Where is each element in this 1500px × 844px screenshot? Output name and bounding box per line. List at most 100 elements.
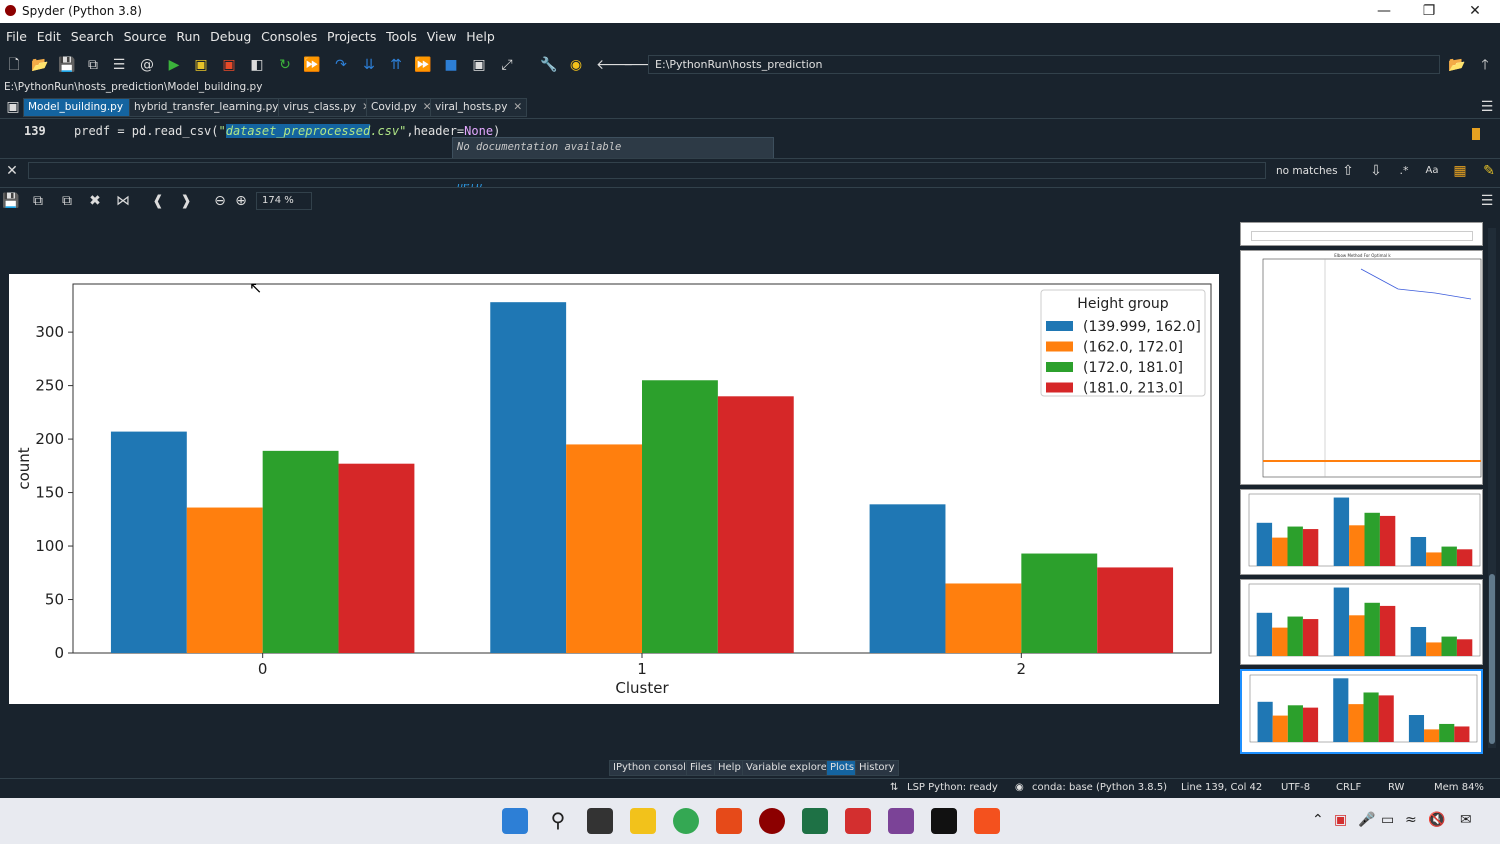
remove-all-plots-icon[interactable]: ⋈ (114, 192, 132, 210)
plot-canvas[interactable]: 0 50 100 150 200 250 300 0 1 2 Cluster count Height … (9, 274, 1219, 704)
debug-step-into-icon[interactable]: ⇊ (360, 56, 378, 74)
debug-stop-icon[interactable]: ■ (442, 56, 460, 74)
close-icon[interactable]: ✕ (1452, 2, 1498, 22)
rerun-icon[interactable]: ↻ (276, 56, 294, 74)
show-hidden-icons-icon[interactable]: ⌃ (1312, 812, 1324, 828)
save-all-icon[interactable]: ⧉ (84, 56, 102, 74)
save-plot-icon[interactable]: 💾 (2, 192, 20, 210)
lsp-status[interactable]: LSP Python: ready (907, 782, 998, 793)
working-directory-input[interactable]: E:\PythonRun\hosts_prediction (648, 55, 1440, 74)
microphone-icon[interactable]: 🎤 (1358, 812, 1375, 828)
file-explorer-icon[interactable] (630, 808, 656, 834)
preferences-wrench-icon[interactable]: 🔧 (540, 56, 558, 74)
plots-options-menu-icon[interactable]: ☰ (1478, 192, 1496, 210)
tab-files[interactable]: Files (686, 760, 716, 776)
find-next-icon[interactable]: ⇩ (1367, 162, 1385, 180)
copy-plot-icon[interactable]: ⧉ (58, 192, 76, 210)
maximize-icon[interactable]: ❐ (1406, 2, 1452, 22)
save-all-plots-icon[interactable]: ⧉ (29, 192, 47, 210)
run-selection-icon[interactable]: ◧ (248, 56, 266, 74)
menu-source[interactable]: Source (121, 23, 170, 44)
menu-debug[interactable]: Debug (207, 23, 254, 44)
tray-app-icon[interactable]: ▣ (1334, 812, 1347, 828)
debug-step-icon[interactable]: ↷ (332, 56, 350, 74)
notifications-icon[interactable]: ✉ (1460, 812, 1472, 828)
speaker-muted-icon[interactable]: 🔇 (1428, 812, 1445, 828)
menu-edit[interactable]: Edit (34, 23, 64, 44)
start-menu-icon[interactable] (502, 808, 528, 834)
task-view-icon[interactable] (587, 808, 613, 834)
chrome-icon[interactable] (673, 808, 699, 834)
tab-history[interactable]: History (855, 760, 899, 776)
run-cell-advance-icon[interactable]: ▣ (220, 56, 238, 74)
tab-covid[interactable]: Covid.py ✕ (366, 98, 437, 117)
menu-consoles[interactable]: Consoles (258, 23, 320, 44)
minimize-icon[interactable]: — (1361, 2, 1407, 22)
find-input[interactable] (28, 162, 1266, 179)
notification-app-icon[interactable] (974, 808, 1000, 834)
terminal-icon[interactable] (931, 808, 957, 834)
scrollbar-handle[interactable] (1489, 574, 1495, 744)
whole-word-icon[interactable]: ▦ (1451, 162, 1469, 180)
debug-step-return-icon[interactable]: ⇈ (387, 56, 405, 74)
remove-plot-icon[interactable]: ✖ (86, 192, 104, 210)
spyder-taskbar-icon[interactable] (759, 808, 785, 834)
plot-thumbnail[interactable]: Elbow Method For Optimal k (1240, 250, 1483, 485)
new-file-icon[interactable]: 🗋 (5, 56, 23, 74)
previous-plot-icon[interactable]: ❰ (149, 192, 167, 210)
case-sensitive-toggle[interactable]: Aa (1423, 162, 1441, 180)
menu-search[interactable]: Search (68, 23, 117, 44)
menu-projects[interactable]: Projects (324, 23, 379, 44)
maximize-pane-icon[interactable]: ▣ (470, 56, 488, 74)
close-find-icon[interactable]: ✕ (3, 162, 21, 180)
parent-dir-icon[interactable]: 🡑 (1476, 56, 1494, 74)
run-cell-icon[interactable]: ▣ (192, 56, 210, 74)
editor-options-menu-icon[interactable]: ☰ (1478, 98, 1496, 116)
tab-hybrid-transfer-learning[interactable]: hybrid_transfer_learning.py✕ (129, 98, 299, 117)
browse-folder-icon[interactable]: 📂 (1448, 56, 1466, 74)
debug-continue-icon[interactable]: ⏩ (414, 56, 432, 74)
anydesk-icon[interactable] (716, 808, 742, 834)
tab-plots[interactable]: Plots (826, 760, 859, 776)
highlight-icon[interactable]: ✎ (1480, 162, 1498, 180)
tab-viral-hosts[interactable]: viral_hosts.py ✕ (430, 98, 528, 117)
open-file-icon[interactable]: 📂 (31, 56, 49, 74)
back-arrow-icon[interactable]: 🡐 (596, 56, 634, 74)
browse-tabs-icon[interactable]: ▣ (4, 98, 22, 116)
plot-thumbnail[interactable] (1240, 489, 1483, 575)
conda-status[interactable]: conda: base (Python 3.8.5) (1032, 782, 1167, 793)
acrobat-icon[interactable] (845, 808, 871, 834)
menu-file[interactable]: File (3, 23, 30, 44)
zoom-out-icon[interactable]: ⊖ (211, 192, 229, 210)
next-plot-icon[interactable]: ❱ (177, 192, 195, 210)
tab-ipython-console[interactable]: IPython console (609, 760, 697, 776)
battery-icon[interactable]: ▭ (1381, 812, 1394, 828)
menu-run[interactable]: Run (173, 23, 203, 44)
close-tab-icon[interactable]: ✕ (513, 101, 522, 113)
zoom-level[interactable]: 174 % (256, 192, 312, 210)
find-previous-icon[interactable]: ⇧ (1339, 162, 1357, 180)
menu-view[interactable]: View (424, 23, 460, 44)
wifi-icon[interactable]: ≈ (1405, 812, 1417, 828)
python-path-icon[interactable]: ◉ (567, 56, 585, 74)
tab-model-building[interactable]: Model_building.py✕ (23, 98, 143, 117)
menu-tools[interactable]: Tools (383, 23, 420, 44)
excel-icon[interactable] (802, 808, 828, 834)
tab-virus-class[interactable]: virus_class.py✕ (278, 98, 376, 117)
tab-variable-explorer[interactable]: Variable explorer (742, 760, 835, 776)
save-icon[interactable]: 💾 (58, 56, 76, 74)
menu-help[interactable]: Help (463, 23, 498, 44)
plot-thumbnail[interactable] (1240, 579, 1483, 665)
search-icon[interactable]: ⚲ (545, 808, 571, 834)
at-icon[interactable]: @ (138, 56, 156, 74)
zoom-in-icon[interactable]: ⊕ (232, 192, 250, 210)
fullscreen-icon[interactable]: ⤢ (498, 56, 516, 74)
debug-icon[interactable]: ⏩ (303, 56, 321, 74)
code-line[interactable]: predf = pd.read_csv("dataset_preprocesse… (74, 124, 500, 138)
forward-arrow-icon[interactable]: 🡒 (623, 56, 661, 74)
plot-thumbnail[interactable] (1240, 222, 1483, 246)
outline-icon[interactable]: ☰ (110, 56, 128, 74)
tab-help[interactable]: Help (714, 760, 745, 776)
winrar-icon[interactable] (888, 808, 914, 834)
plot-thumbnail-selected[interactable] (1240, 669, 1483, 754)
